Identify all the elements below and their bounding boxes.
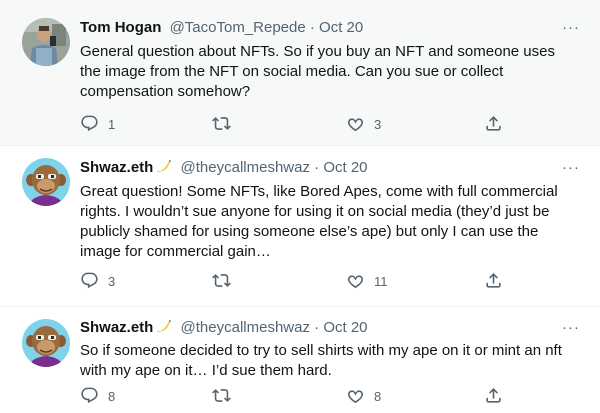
reply-count: 3	[108, 274, 116, 289]
heart-icon	[346, 114, 365, 136]
tweet-actions: 8 8	[80, 387, 580, 407]
tweet-header: Tom Hogan @TacoTom_Repede · Oct 20 ···	[80, 18, 580, 38]
retweet-button[interactable]	[212, 272, 240, 292]
separator-dot: ·	[314, 319, 320, 336]
like-button[interactable]: 11	[346, 272, 388, 292]
share-button[interactable]	[484, 115, 503, 135]
tweet-3[interactable]: Shwaz.eth @theycallmeshwaz · Oct 20 ··· …	[0, 307, 600, 413]
reply-icon	[80, 114, 99, 136]
reply-icon	[80, 386, 99, 408]
separator-dot: ·	[309, 19, 315, 36]
retweet-icon	[212, 386, 231, 408]
author-name[interactable]: Shwaz.eth	[80, 159, 153, 176]
retweet-button[interactable]	[212, 387, 240, 407]
tweet-2[interactable]: Shwaz.eth @theycallmeshwaz · Oct 20 ··· …	[0, 146, 600, 307]
heart-icon	[346, 271, 365, 293]
reply-button[interactable]: 3	[80, 272, 115, 292]
tweet-date[interactable]: Oct 20	[319, 19, 363, 36]
more-options-icon[interactable]: ···	[562, 158, 580, 178]
retweet-icon	[212, 114, 231, 136]
banana-emoji-icon	[154, 158, 172, 174]
avatar-shwaz-eth[interactable]	[22, 158, 70, 206]
like-count: 3	[374, 117, 382, 132]
like-button[interactable]: 8	[346, 387, 381, 407]
tweet-actions: 1 3	[80, 115, 580, 135]
tweet-1[interactable]: Tom Hogan @TacoTom_Repede · Oct 20 ··· G…	[0, 0, 600, 146]
like-button[interactable]: 3	[346, 115, 381, 135]
share-icon	[484, 114, 503, 136]
tweet-text: So if someone decided to try to sell shi…	[80, 342, 562, 379]
tweet-header: Shwaz.eth @theycallmeshwaz · Oct 20 ···	[80, 318, 580, 338]
tweet-actions: 3 11	[80, 272, 580, 292]
author-handle[interactable]: @theycallmeshwaz	[181, 319, 310, 336]
like-count: 8	[374, 389, 382, 404]
reply-icon	[80, 271, 99, 293]
tweet-text: Great question! Some NFTs, like Bored Ap…	[80, 183, 558, 260]
reply-count: 1	[108, 117, 116, 132]
tweet-date[interactable]: Oct 20	[323, 159, 367, 176]
tweet-header: Shwaz.eth @theycallmeshwaz · Oct 20 ···	[80, 158, 580, 178]
tweet-text: General question about NFTs. So if you b…	[80, 43, 555, 100]
more-options-icon[interactable]: ···	[562, 18, 580, 38]
heart-icon	[346, 386, 365, 408]
tweet-date[interactable]: Oct 20	[323, 319, 367, 336]
reply-button[interactable]: 8	[80, 387, 115, 407]
share-icon	[484, 386, 503, 408]
avatar-tom-hogan[interactable]	[22, 18, 70, 66]
author-handle[interactable]: @TacoTom_Repede	[170, 19, 306, 36]
banana-emoji-icon	[154, 318, 172, 334]
reply-count: 8	[108, 389, 116, 404]
more-options-icon[interactable]: ···	[562, 318, 580, 338]
like-count: 11	[374, 274, 388, 289]
share-button[interactable]	[484, 387, 503, 407]
author-name[interactable]: Tom Hogan	[80, 19, 161, 36]
author-handle[interactable]: @theycallmeshwaz	[181, 159, 310, 176]
retweet-button[interactable]	[212, 115, 240, 135]
share-button[interactable]	[484, 272, 503, 292]
avatar-shwaz-eth[interactable]	[22, 319, 70, 367]
share-icon	[484, 271, 503, 293]
reply-button[interactable]: 1	[80, 115, 115, 135]
separator-dot: ·	[314, 159, 320, 176]
retweet-icon	[212, 271, 231, 293]
author-name[interactable]: Shwaz.eth	[80, 319, 153, 336]
